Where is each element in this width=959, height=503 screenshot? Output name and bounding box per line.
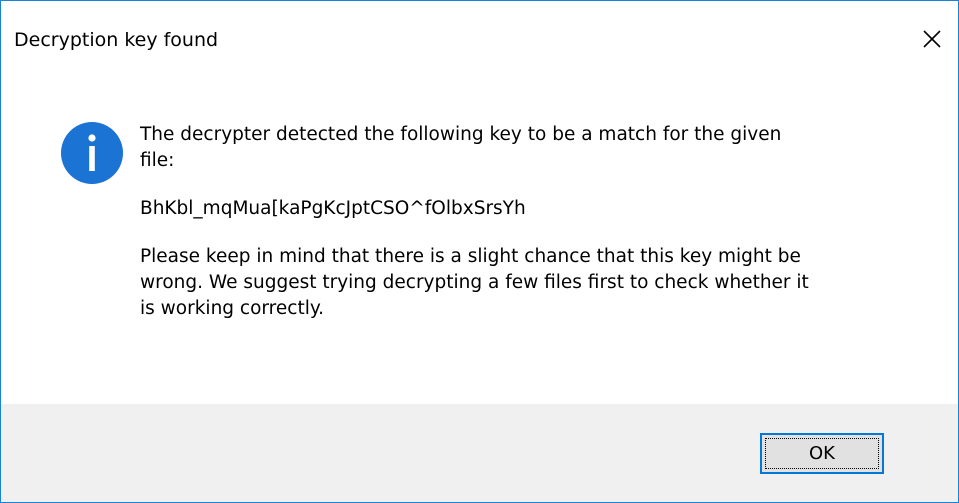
button-bar: OK: [1, 404, 958, 502]
decryption-key: BhKbl_mqMua[kaPgKcJptCSO^fOlbxSrsYh: [140, 198, 526, 219]
message-note: Please keep in mind that there is a slig…: [140, 244, 900, 322]
close-button[interactable]: [906, 15, 958, 63]
message-line: wrong. We suggest trying decrypting a fe…: [140, 272, 809, 293]
title-bar[interactable]: Decryption key found: [1, 1, 958, 79]
close-icon: [923, 30, 941, 48]
ok-button-label: OK: [809, 443, 835, 464]
message-line: is working correctly.: [140, 298, 325, 319]
message-text: The decrypter detected the following key…: [140, 122, 900, 322]
message-line: The decrypter detected the following key…: [140, 124, 782, 145]
message-line: file:: [140, 150, 175, 171]
window-title: Decryption key found: [14, 29, 219, 51]
info-icon: [61, 122, 123, 184]
message-intro: The decrypter detected the following key…: [140, 122, 900, 174]
message-line: Please keep in mind that there is a slig…: [140, 246, 801, 267]
message-dialog: Decryption key found The decrypter detec…: [0, 0, 959, 503]
ok-button[interactable]: OK: [760, 433, 884, 474]
dialog-content: The decrypter detected the following key…: [1, 79, 958, 404]
